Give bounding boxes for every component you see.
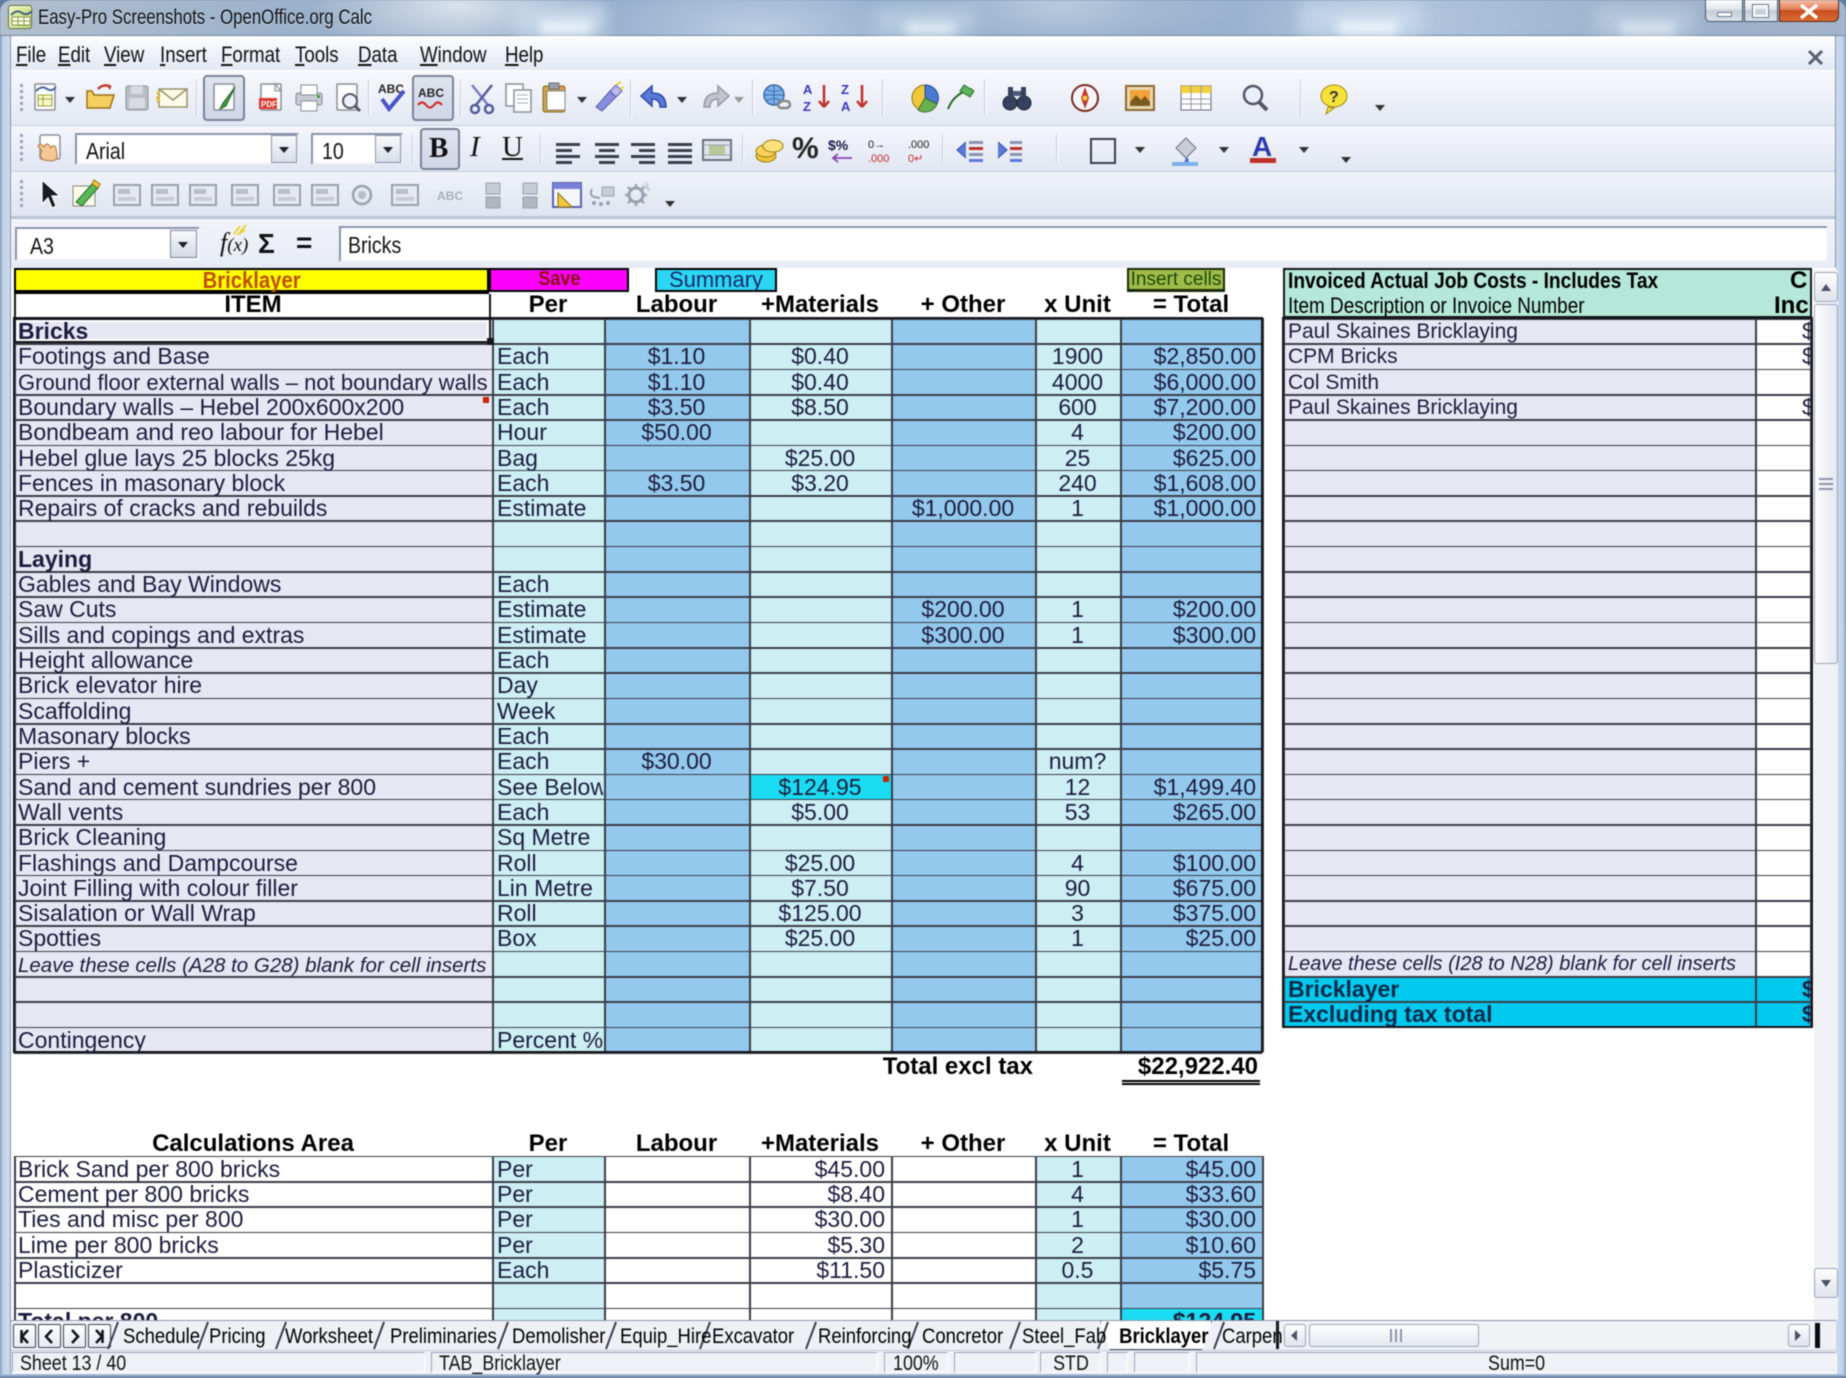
svg-text:$%: $% (828, 137, 849, 153)
svg-text:A: A (841, 99, 851, 114)
svg-text:.000: .000 (868, 153, 889, 165)
svg-text:A: A (803, 82, 813, 97)
svg-text:ABC: ABC (437, 189, 463, 203)
svg-text:?: ? (1329, 89, 1339, 106)
svg-text:Z: Z (803, 99, 811, 114)
svg-text:PDF: PDF (261, 100, 277, 109)
svg-text:Z: Z (841, 82, 849, 97)
svg-text:0→: 0→ (868, 139, 885, 151)
svg-text:.000: .000 (908, 139, 929, 151)
svg-text:ABC: ABC (418, 86, 444, 100)
svg-text:0↵: 0↵ (908, 153, 923, 165)
